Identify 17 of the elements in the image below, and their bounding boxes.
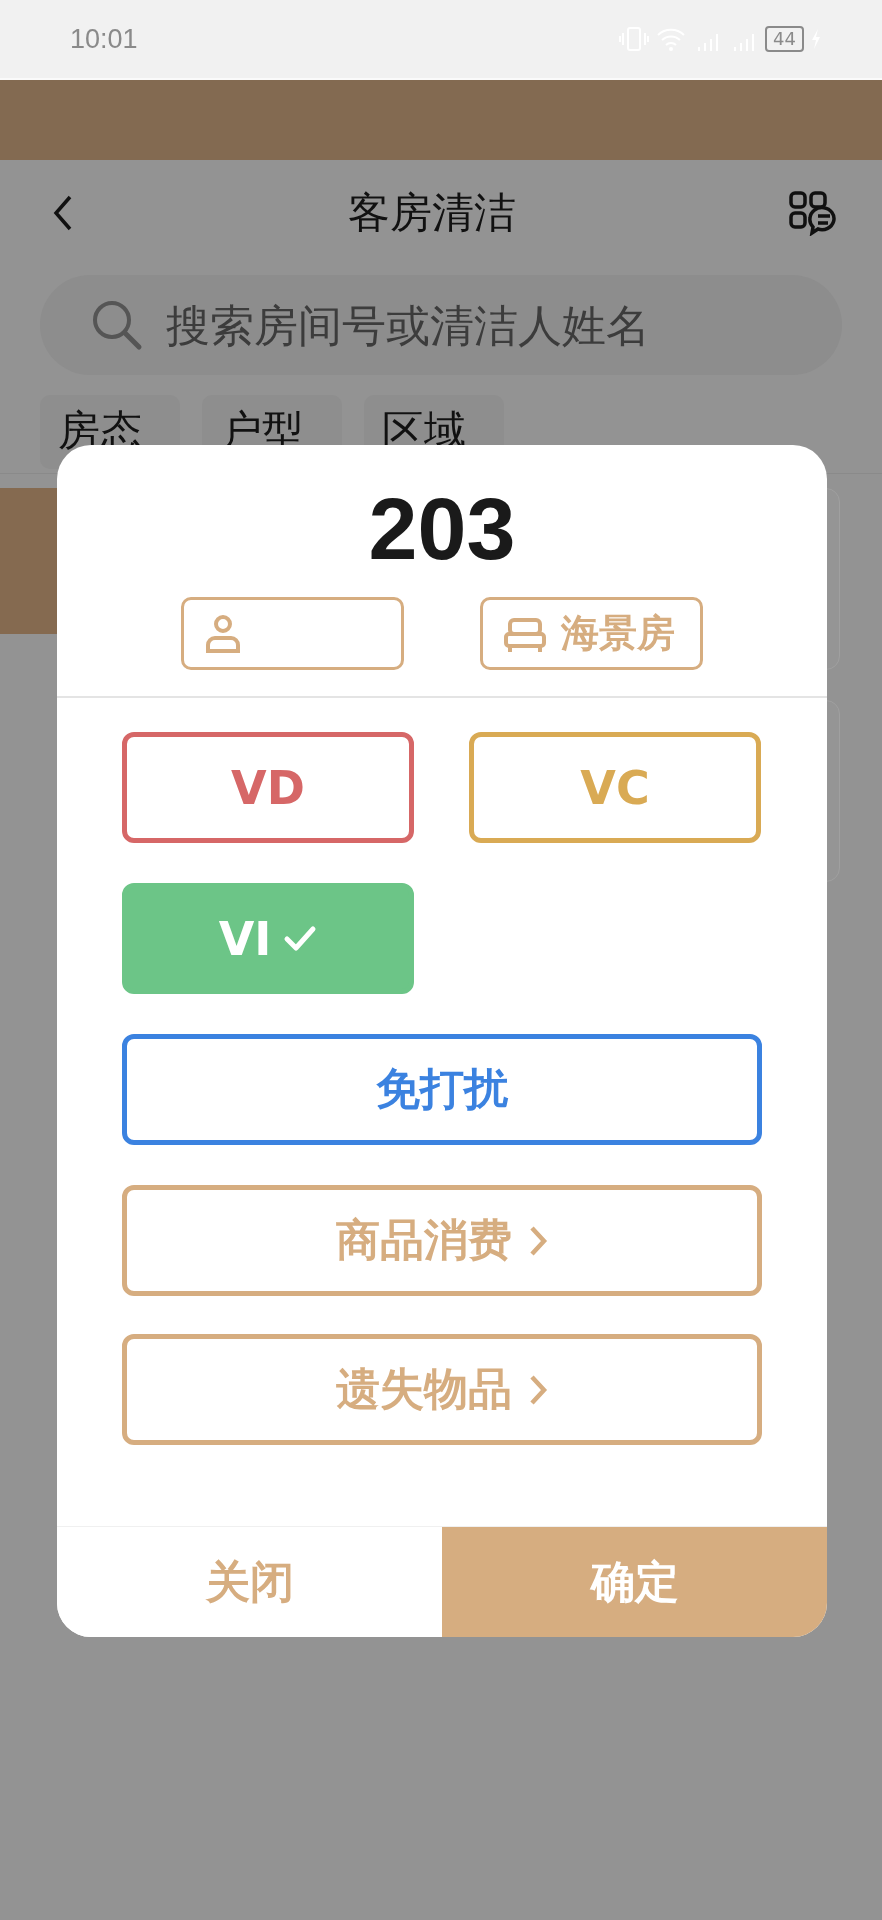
status-button[interactable]: VC xyxy=(469,732,761,844)
battery-level: 44 xyxy=(765,26,804,52)
status-button[interactable]: VD xyxy=(122,732,414,844)
status-button[interactable]: VI xyxy=(122,883,414,995)
search-field[interactable]: 搜索房间号或清洁人姓名 xyxy=(166,299,792,351)
menu-button[interactable]: 商品消费 xyxy=(122,1185,762,1297)
do-not-disturb-button[interactable]: 免打扰 xyxy=(122,1034,762,1146)
search-field[interactable]: 搜索房间号或清洁人姓名 xyxy=(40,275,842,375)
confirm-button[interactable]: 确定 xyxy=(442,1527,827,1637)
search-icon xyxy=(90,298,144,352)
check-icon xyxy=(283,923,318,954)
page-title: 客房清洁 xyxy=(348,186,516,239)
status-time: 10:01 xyxy=(70,23,138,55)
person-icon xyxy=(204,613,242,654)
menu-button[interactable]: 遗失物品 xyxy=(122,1334,762,1446)
room-number: 203 xyxy=(368,483,516,576)
room-type-tag: 海景房 xyxy=(480,597,703,671)
